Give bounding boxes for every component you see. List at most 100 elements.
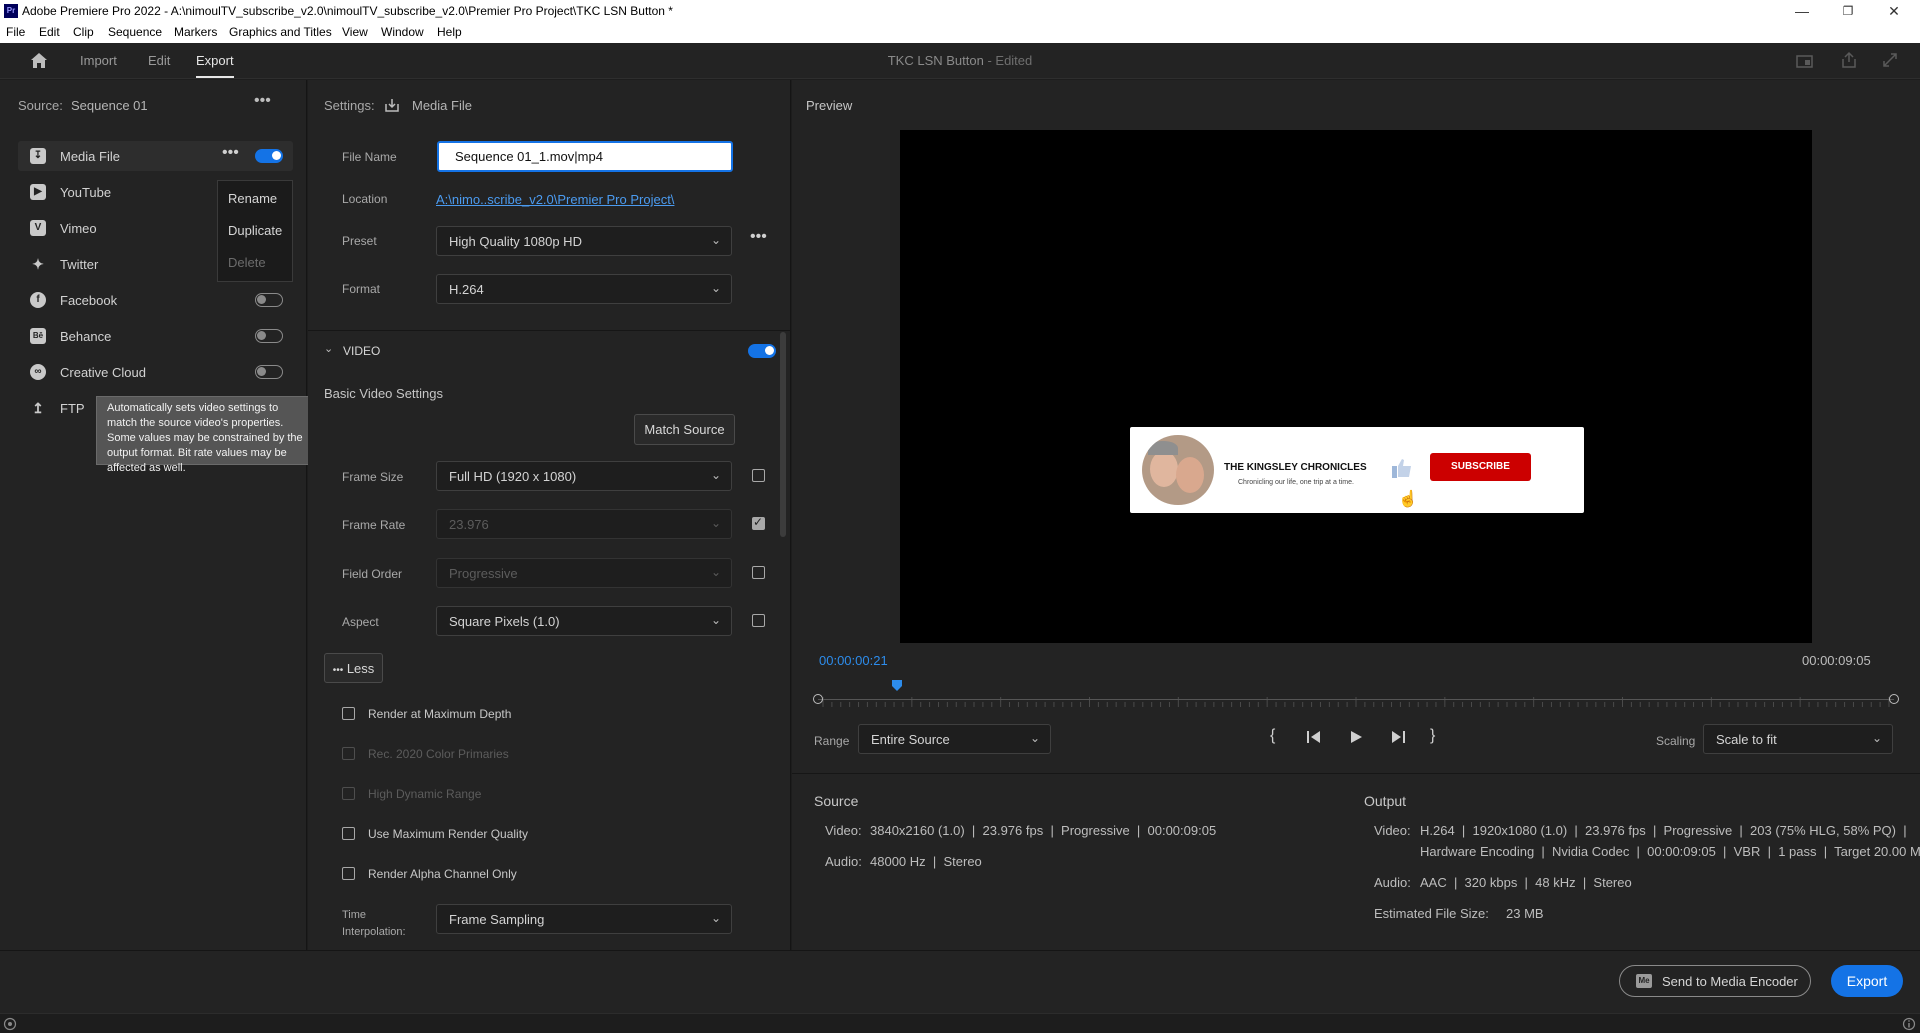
menu-graphics-and-titles[interactable]: Graphics and Titles [229, 25, 332, 39]
behance-toggle[interactable] [255, 329, 283, 343]
aspect-select[interactable]: Square Pixels (1.0) ⌄ [436, 606, 732, 636]
destinations-panel: Source: Sequence 01 ••• ↧ Media File •••… [0, 80, 316, 950]
chevron-down-icon: ⌄ [710, 233, 721, 247]
less-button[interactable]: ••• Less [324, 653, 383, 683]
preset-value: High Quality 1080p HD [449, 234, 582, 249]
menu-markers[interactable]: Markers [174, 25, 217, 39]
share-icon[interactable] [1840, 51, 1858, 69]
aspect-label: Aspect [342, 615, 379, 629]
fullscreen-icon[interactable] [1882, 52, 1898, 68]
divider [792, 773, 1920, 774]
menu-window[interactable]: Window [381, 25, 424, 39]
field-order-label: Field Order [342, 567, 403, 581]
mark-in-icon[interactable]: { [1270, 727, 1275, 745]
chevron-down-icon: ⌄ [710, 468, 721, 482]
render-max-depth-checkbox[interactable] [342, 707, 355, 720]
restore-button[interactable]: ❐ [1838, 2, 1858, 20]
time-interpolation-select[interactable]: Frame Sampling ⌄ [436, 904, 732, 934]
source-audio-label: Audio: [825, 854, 862, 869]
window-title: Adobe Premiere Pro 2022 - A:\nimoulTV_su… [22, 4, 673, 18]
settings-scrollbar[interactable] [780, 332, 786, 537]
minimize-button[interactable]: — [1792, 2, 1812, 20]
preview-panel: Preview THE KINGSLEY CHRONICLES Chronicl… [792, 80, 1920, 950]
field-order-match-checkbox[interactable] [752, 566, 765, 579]
video-toggle[interactable] [748, 344, 776, 358]
location-link[interactable]: A:\nimo..scribe_v2.0\Premier Pro Project… [436, 192, 674, 207]
frame-size-match-checkbox[interactable] [752, 469, 765, 482]
media-file-toggle[interactable] [255, 149, 283, 163]
quick-export-icon[interactable] [1796, 53, 1814, 69]
frame-size-value: Full HD (1920 x 1080) [449, 469, 577, 484]
menu-item-delete[interactable]: Delete [228, 255, 266, 270]
download-icon: ↧ [30, 148, 46, 164]
format-select[interactable]: H.264 ⌄ [436, 274, 732, 304]
source-info-title: Source [814, 793, 859, 809]
aspect-match-checkbox[interactable] [752, 614, 765, 627]
field-order-select[interactable]: Progressive ⌄ [436, 558, 732, 588]
close-button[interactable]: ✕ [1884, 2, 1904, 20]
max-render-quality-checkbox[interactable] [342, 827, 355, 840]
settings-panel: Settings: Media File File Name Sequence … [308, 80, 791, 950]
cursor-hand-icon: ☝ [1398, 491, 1418, 508]
destination-facebook[interactable]: f Facebook [18, 285, 293, 315]
facebook-toggle[interactable] [255, 293, 283, 307]
file-name-label: File Name [342, 150, 397, 164]
send-to-media-encoder-button[interactable]: Me Send to Media Encoder [1619, 965, 1811, 997]
destination-media-file[interactable]: ↧ Media File ••• [18, 141, 293, 171]
menu-sequence[interactable]: Sequence [108, 25, 162, 39]
time-interpolation-line-2: Interpolation: [342, 926, 406, 938]
more-options-icon[interactable]: ••• [222, 144, 239, 162]
play-icon[interactable] [1349, 730, 1363, 744]
range-select[interactable]: Entire Source ⌄ [858, 724, 1051, 754]
range-value: Entire Source [871, 732, 950, 747]
chevron-down-icon[interactable]: ⌄ [324, 342, 333, 355]
creative-cloud-toggle[interactable] [255, 365, 283, 379]
out-point-handle[interactable] [1889, 694, 1899, 704]
hdr-checkbox[interactable] [342, 787, 355, 800]
menu-view[interactable]: View [342, 25, 368, 39]
timeline-track [818, 699, 1894, 700]
current-timecode[interactable]: 00:00:00:21 [819, 653, 888, 668]
rec2020-checkbox[interactable] [342, 747, 355, 760]
match-source-button[interactable]: Match Source [634, 414, 735, 445]
frame-rate-select[interactable]: 23.976 ⌄ [436, 509, 732, 539]
menu-file[interactable]: File [6, 25, 25, 39]
menu-item-duplicate[interactable]: Duplicate [228, 223, 282, 238]
info-icon[interactable] [1902, 1017, 1916, 1031]
video-preview[interactable]: THE KINGSLEY CHRONICLES Chronicling our … [900, 130, 1812, 643]
menu-help[interactable]: Help [437, 25, 462, 39]
send-to-media-encoder-label: Send to Media Encoder [1662, 974, 1798, 989]
rec2020-label: Rec. 2020 Color Primaries [368, 747, 509, 761]
preset-select[interactable]: High Quality 1080p HD ⌄ [436, 226, 732, 256]
destination-behance[interactable]: Bē Behance [18, 321, 293, 351]
source-more-icon[interactable]: ••• [254, 92, 271, 110]
timeline-ruler[interactable] [818, 695, 1894, 707]
frame-size-select[interactable]: Full HD (1920 x 1080) ⌄ [436, 461, 732, 491]
frame-rate-match-checkbox[interactable] [752, 515, 765, 530]
channel-tagline: Chronicling our life, one trip at a time… [1238, 479, 1354, 486]
playhead[interactable] [891, 680, 903, 692]
step-back-icon[interactable] [1306, 730, 1322, 744]
menu-clip[interactable]: Clip [73, 25, 94, 39]
thumbs-up-icon [1392, 459, 1411, 478]
context-menu: Rename Duplicate Delete [217, 180, 293, 282]
file-name-input[interactable]: Sequence 01_1.mov|mp4 [437, 141, 733, 172]
action-bar: Me Send to Media Encoder Export [0, 950, 1920, 1013]
destination-creative-cloud[interactable]: ∞ Creative Cloud [18, 357, 293, 387]
preset-more-icon[interactable]: ••• [750, 228, 767, 246]
mark-out-icon[interactable]: } [1430, 727, 1435, 745]
max-render-quality-label: Use Maximum Render Quality [368, 827, 529, 841]
step-forward-icon[interactable] [1390, 730, 1406, 744]
twitter-icon: ✦ [32, 256, 44, 272]
menu-edit[interactable]: Edit [39, 25, 60, 39]
settings-label: Settings: [324, 98, 375, 113]
in-point-handle[interactable] [813, 694, 823, 704]
export-button[interactable]: Export [1831, 965, 1903, 997]
scaling-select[interactable]: Scale to fit ⌄ [1703, 724, 1893, 754]
more-icon: ••• [332, 665, 344, 676]
menu-item-rename[interactable]: Rename [228, 191, 277, 206]
video-section-title[interactable]: VIDEO [343, 344, 380, 358]
alpha-only-checkbox[interactable] [342, 867, 355, 880]
avatar-hat [1148, 441, 1178, 455]
settings-target: Media File [412, 98, 472, 113]
